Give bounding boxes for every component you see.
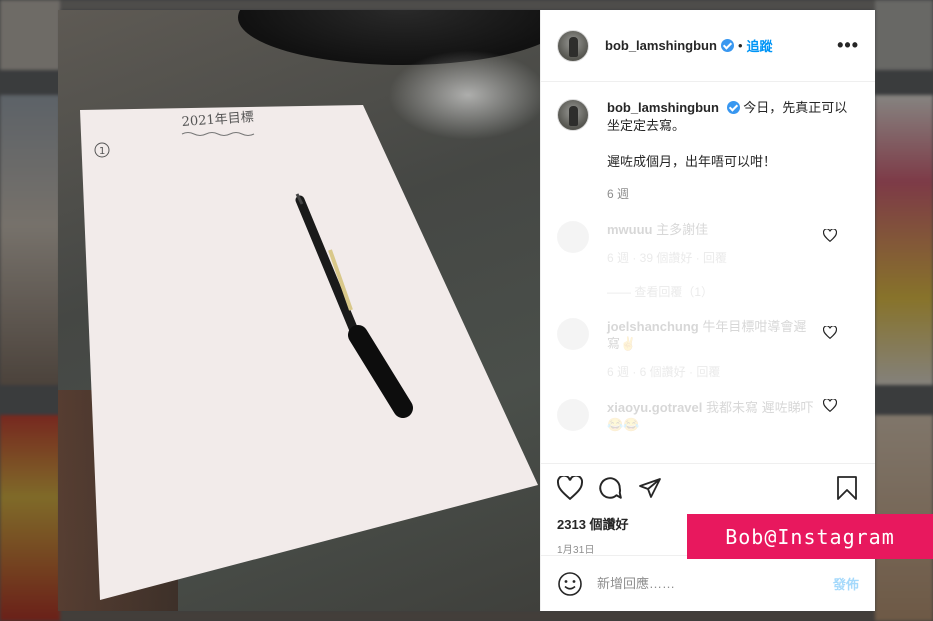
post-header: bob_lamshingbun • 追蹤 ••• [541,10,875,82]
share-paper-plane-icon[interactable] [637,476,663,500]
like-heart-icon[interactable] [557,476,583,500]
comment-text: 主多謝佳 [656,222,709,237]
paper-sheet [80,105,538,600]
post-photo[interactable]: 2021年目標 1 [58,10,540,611]
watermark-label: Bob@Instagram [687,514,933,559]
comments-list[interactable]: bob_lamshingbun 今日，先真正可以坐定定去寫。 遲咗成個月，出年唔… [541,83,875,463]
comment-username[interactable]: joelshanchung [607,319,699,334]
verified-badge-icon [726,101,740,114]
separator-dot: • [737,38,743,53]
view-replies[interactable]: —— 查看回覆（1） [607,283,859,300]
comment-avatar[interactable] [557,221,589,253]
comment-bubble-icon[interactable] [597,475,623,501]
caption-text-2: 遲咗成個月，出年唔可以咁！ [607,154,777,169]
comment-item: xiaoyu.gotravel 我都未寫 遲咗睇吓😂😂 [557,399,859,433]
comment-avatar[interactable] [557,318,589,350]
avatar[interactable] [557,29,589,62]
comment-item: joelshanchung 牛年目標咁導會遲寫✌ 6 週 · 6 個讚好 · 回… [557,318,859,381]
comment-meta: 6 週 · 6 個讚好 · 回覆 [607,365,721,379]
like-comment-heart-icon[interactable] [823,326,837,339]
like-comment-heart-icon[interactable] [823,229,837,242]
comment-username[interactable]: mwuuu [607,222,653,237]
more-options-icon[interactable]: ••• [837,35,859,56]
username-link[interactable]: bob_lamshingbun [605,38,717,53]
comment-input[interactable] [597,576,833,591]
comment-meta: 6 週 · 39 個讚好 · 回覆 [607,251,728,265]
caption-avatar[interactable] [557,99,589,131]
comment-avatar[interactable] [557,399,589,431]
caption-username[interactable]: bob_lamshingbun [607,100,719,115]
comment-username[interactable]: xiaoyu.gotravel [607,400,702,415]
paper-number: 1 [99,146,105,157]
comment-composer: 發佈 [541,555,875,611]
comment-item: mwuuu 主多謝佳 6 週 · 39 個讚好 · 回覆 [557,221,859,267]
like-comment-heart-icon[interactable] [823,399,837,412]
emoji-smiley-icon[interactable] [557,571,583,597]
caption-time[interactable]: 6 週 [607,185,852,203]
paper-and-pen: 2021年目標 1 [80,105,538,600]
follow-button[interactable]: 追蹤 [747,36,773,55]
caption: bob_lamshingbun 今日，先真正可以坐定定去寫。 遲咗成個月，出年唔… [557,99,859,203]
save-bookmark-icon[interactable] [835,475,859,501]
verified-badge-icon [720,39,734,52]
post-comment-button[interactable]: 發佈 [833,574,859,593]
